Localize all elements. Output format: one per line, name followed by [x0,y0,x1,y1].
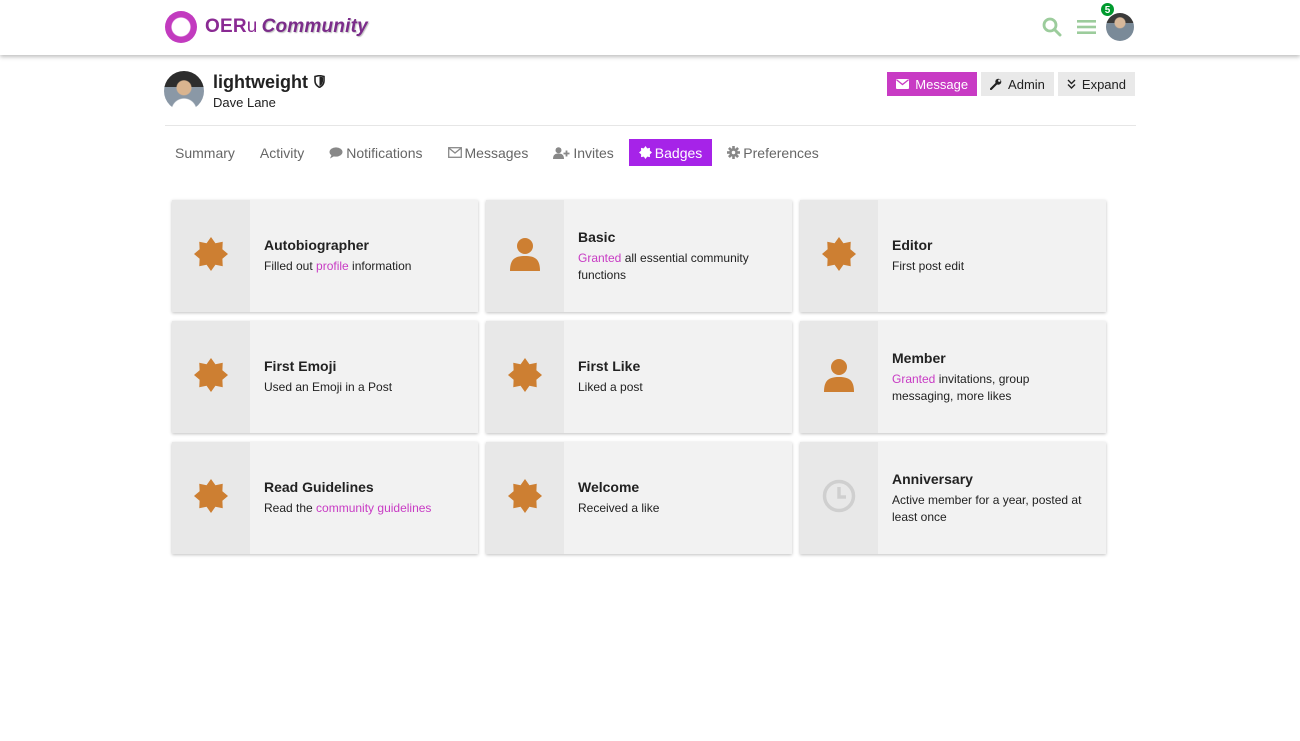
badge-icon-area [486,442,564,554]
current-user-avatar[interactable]: 5 [1100,2,1134,41]
badge-icon-area [800,442,878,554]
badge-description: Received a like [578,501,660,515]
search-button[interactable] [1038,13,1066,41]
badge-link[interactable]: community guidelines [316,501,431,515]
badge-icon-area [486,200,564,312]
certificate-icon [822,236,856,276]
badge-card[interactable]: Autobiographer Filled out profile informa… [172,200,478,312]
tab-invites[interactable]: Invites [543,139,623,166]
badge-icon-area [800,200,878,312]
badge-description: First post edit [892,259,965,273]
envelope-icon [896,79,910,89]
badge-description: Granted invitations, group messaging, mo… [892,371,1030,403]
clock-icon [822,479,856,518]
badge-link[interactable]: profile [316,259,349,273]
user-icon [823,358,855,397]
certificate-icon [638,146,652,159]
badge-card[interactable]: Member Granted invitations, group messagi… [800,321,1106,433]
badge-icon-area [172,321,250,433]
badge-title[interactable]: Basic [578,229,780,245]
badge-grid: Autobiographer Filled out profile informa… [172,200,1107,554]
badge-title[interactable]: First Like [578,358,780,374]
search-icon [1042,17,1062,37]
badge-title[interactable]: Read Guidelines [264,479,466,495]
tab-activity[interactable]: Activity [250,139,314,166]
certificate-icon [508,357,542,397]
badge-description: Granted all essential community function… [578,250,749,282]
badge-title[interactable]: Member [892,350,1094,366]
badge-card[interactable]: Basic Granted all essential community fun… [486,200,792,312]
badge-title[interactable]: Anniversary [892,471,1094,487]
user-actions: Message Admin Expand [883,72,1135,96]
badge-body-first-like: First Like Liked a post [564,321,792,433]
badge-title[interactable]: Autobiographer [264,237,466,253]
badge-body-first-emoji: First Emoji Used an Emoji in a Post [250,321,478,433]
logo-text: OERu Community [205,16,368,37]
envelope-icon [447,147,462,158]
username-row: lightweight [213,71,325,93]
badge-title[interactable]: First Emoji [264,358,466,374]
badge-body-welcome: Welcome Received a like [564,442,792,554]
certificate-icon [508,478,542,518]
gear-icon [727,146,741,159]
user-avatar[interactable] [164,71,204,111]
user-plus-icon [553,146,570,159]
badge-icon-area [172,200,250,312]
real-name: Dave Lane [213,95,276,110]
badge-body-basic: Basic Granted all essential community fun… [564,200,792,312]
user-nav-tabs: Summary Activity Notifications Messages … [165,139,834,166]
divider [165,125,1136,126]
tab-summary[interactable]: Summary [165,139,245,166]
badge-card[interactable]: First Emoji Used an Emoji in a Post [172,321,478,433]
site-header: OERu Community 5 [0,0,1300,55]
badge-card[interactable]: Anniversary Active member for a year, pos… [800,442,1106,554]
badge-card[interactable]: Read Guidelines Read the community guidel… [172,442,478,554]
username: lightweight [213,72,308,92]
badge-body-member: Member Granted invitations, group messagi… [878,321,1106,433]
tab-badges[interactable]: Badges [628,139,713,166]
badge-card[interactable]: Welcome Received a like [486,442,792,554]
message-button[interactable]: Message [887,72,978,96]
badge-title[interactable]: Editor [892,237,1094,253]
badge-icon-area [800,321,878,433]
badge-body-autobiographer: Autobiographer Filled out profile informa… [250,200,478,312]
badge-title[interactable]: Welcome [578,479,780,495]
comment-icon [329,146,343,159]
site-logo[interactable]: OERu Community [165,10,368,44]
header-icons: 5 [1038,2,1134,41]
admin-button[interactable]: Admin [981,72,1054,96]
badge-icon-area [486,321,564,433]
badge-link[interactable]: Granted [892,372,935,386]
badge-icon-area [172,442,250,554]
tab-messages[interactable]: Messages [438,139,539,166]
badge-card[interactable]: Editor First post edit [800,200,1106,312]
shield-icon [314,71,325,93]
hamburger-menu-button[interactable] [1072,13,1100,41]
hamburger-icon [1076,20,1096,34]
certificate-icon [194,236,228,276]
badge-description: Filled out profile information [264,259,412,273]
badge-description: Active member for a year, posted at leas… [892,492,1082,524]
certificate-icon [194,357,228,397]
badge-description: Read the community guidelines [264,501,432,515]
badge-card[interactable]: First Like Liked a post [486,321,792,433]
badge-description: Used an Emoji in a Post [264,380,393,394]
badge-link[interactable]: Granted [578,251,621,265]
certificate-icon [194,478,228,518]
tab-preferences[interactable]: Preferences [717,139,828,166]
user-info: lightweight Dave Lane [164,71,325,111]
badge-description: Liked a post [578,380,643,394]
user-icon [509,237,541,276]
notification-count-badge: 5 [1100,2,1115,17]
badge-body-anniversary: Anniversary Active member for a year, pos… [878,442,1106,554]
badge-body-read-guidelines: Read Guidelines Read the community guidel… [250,442,478,554]
expand-button[interactable]: Expand [1057,72,1135,96]
logo-ring-icon [165,11,197,43]
tab-notifications[interactable]: Notifications [319,139,432,166]
double-chevron-down-icon [1067,79,1076,89]
badge-body-editor: Editor First post edit [878,200,1106,312]
wrench-icon [990,78,1002,90]
